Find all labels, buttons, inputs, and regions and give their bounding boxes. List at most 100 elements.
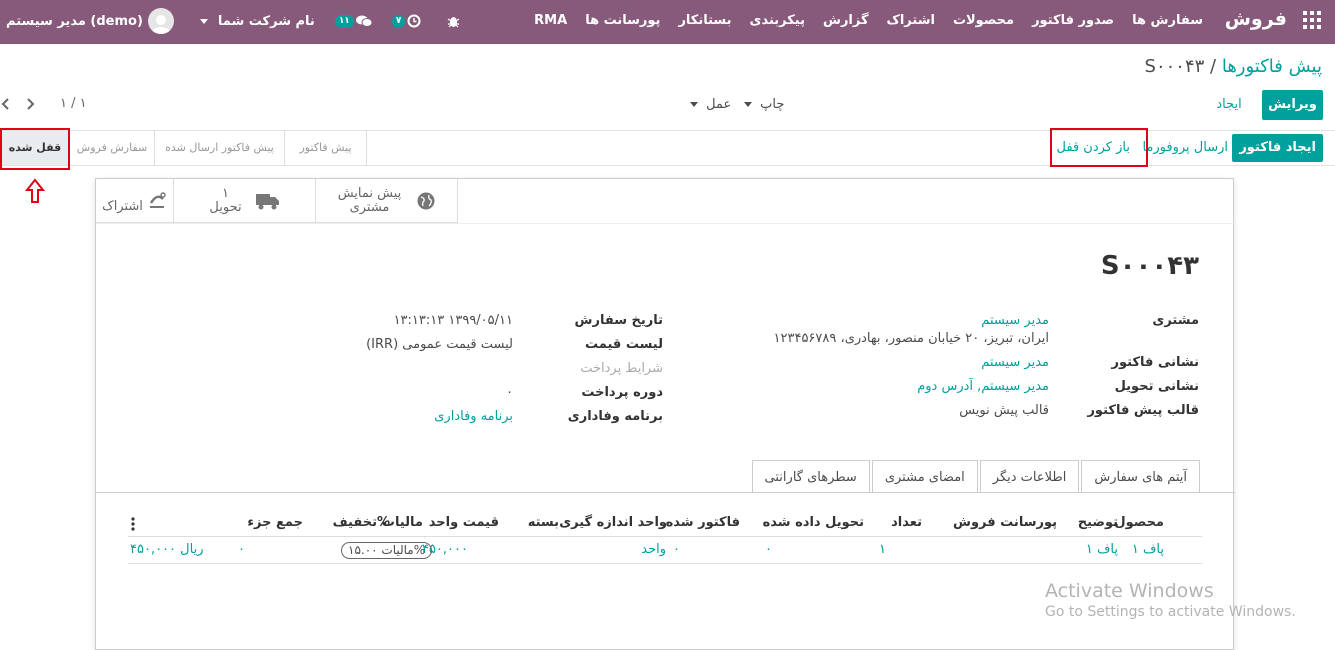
app-brand[interactable]: فروش xyxy=(1225,8,1287,30)
delivery-smart-button[interactable]: ۱ تحویل xyxy=(174,179,316,223)
stage-quotation-sent[interactable]: پیش فاکتور ارسال شده xyxy=(155,131,285,165)
menu-products[interactable]: محصولات xyxy=(953,13,1014,28)
send-proforma-button[interactable]: ارسال پروفورما xyxy=(1135,134,1235,162)
tab-customer-signature[interactable]: امضای مشتری xyxy=(871,460,978,493)
row-divider xyxy=(128,563,1202,564)
pager-previous-icon[interactable] xyxy=(0,97,12,111)
chat-icon xyxy=(355,15,372,27)
delivery-address-link[interactable]: مدیر سیستم, آدرس دوم xyxy=(917,378,1049,396)
subscription-label: اشتراک xyxy=(102,198,143,214)
tabs-divider xyxy=(96,492,1235,493)
customer-address: ایران، تبریز، ۲۰ خیابان منصور، بهادری، ۱… xyxy=(773,331,1049,346)
watermark-title: Activate Windows xyxy=(1045,580,1214,602)
pager-value[interactable]: ۱ / ۱ xyxy=(60,96,87,111)
optional-columns-icon[interactable] xyxy=(131,517,135,531)
stage-sales-order[interactable]: سفارش فروش xyxy=(70,131,155,165)
top-navbar: فروش سفارش ها صدور فاکتور محصولات اشتراک… xyxy=(0,0,1335,44)
caret-down-icon xyxy=(744,102,752,107)
user-avatar-icon xyxy=(147,8,174,34)
invoice-address-label: نشانی فاکتور xyxy=(1111,355,1199,370)
pager-next-icon[interactable] xyxy=(24,97,36,111)
customer-label: مشتری xyxy=(1152,313,1199,328)
col-quantity[interactable]: تعداد xyxy=(891,515,922,530)
header-divider xyxy=(128,536,1202,537)
menu-rma[interactable]: RMA xyxy=(534,13,567,28)
col-description[interactable]: توضیح xyxy=(1078,515,1118,530)
cell-description[interactable]: پاف ۱ xyxy=(1086,542,1118,557)
cell-delivered[interactable]: ۰ xyxy=(765,542,772,557)
pricelist-label: لیست قیمت xyxy=(585,337,663,352)
customer-preview-smart-button[interactable]: پیش نمایش مشتری xyxy=(316,179,458,223)
breadcrumb-current: S۰۰۰۴۳ xyxy=(1144,56,1205,77)
tab-other-info[interactable]: اطلاعات دیگر xyxy=(979,460,1080,493)
col-uom[interactable]: واحد اندازه گیری xyxy=(559,515,667,530)
clock-icon xyxy=(407,14,421,28)
payment-period-label: دوره پرداخت xyxy=(581,385,663,400)
breadcrumb-parent[interactable]: پیش فاکتورها xyxy=(1222,56,1322,77)
cell-product[interactable]: پاف ۱ xyxy=(1132,542,1164,557)
cell-uom[interactable]: واحد xyxy=(641,542,666,557)
watermark-subtitle: Go to Settings to activate Windows. xyxy=(1045,604,1296,620)
col-delivered[interactable]: تحویل داده شده xyxy=(763,515,864,530)
pricelist-value: لیست قیمت عمومی (IRR) xyxy=(366,337,513,352)
caret-down-icon xyxy=(690,102,698,107)
bug-icon[interactable] xyxy=(447,14,460,28)
print-dropdown[interactable]: چاپ xyxy=(744,97,784,112)
subscription-smart-button[interactable]: اشتراک xyxy=(96,179,174,223)
company-switcher[interactable]: نام شرکت شما xyxy=(199,14,315,29)
activity-menu[interactable]: ۷ xyxy=(391,14,422,28)
document-name: S۰۰۰۴۳ xyxy=(1100,251,1199,281)
loyalty-link[interactable]: برنامه وفاداری xyxy=(434,408,513,426)
notebook-tabs: آیتم های سفارش اطلاعات دیگر امضای مشتری … xyxy=(750,460,1200,493)
edit-button[interactable]: ویرایش xyxy=(1262,90,1323,120)
user-menu[interactable]: مدیر سیستم (demo) xyxy=(6,8,174,34)
highlight-box-locked xyxy=(0,128,70,170)
menu-configuration[interactable]: پیکربندی xyxy=(750,13,805,28)
loyalty-label: برنامه وفاداری xyxy=(567,409,663,424)
cell-tax-tag[interactable]: مالیات ۱۵.۰۰% xyxy=(341,542,433,559)
tab-order-lines[interactable]: آیتم های سفارش xyxy=(1081,460,1200,493)
delivery-text: ۱ تحویل xyxy=(209,185,241,215)
apps-grid-icon[interactable] xyxy=(1303,11,1321,29)
subscription-icon xyxy=(149,191,166,208)
col-commission[interactable]: پورسانت فروش xyxy=(953,515,1057,530)
template-label: قالب پیش فاکتور xyxy=(1087,403,1199,418)
customer-link[interactable]: مدیر سیستم xyxy=(981,312,1049,330)
buttonbox-divider xyxy=(96,223,1235,224)
order-date-label: تاریخ سفارش xyxy=(574,313,663,328)
tab-warranty-lines[interactable]: سطرهای گارانتی xyxy=(751,460,870,493)
payment-period-value: ۰ xyxy=(506,385,513,400)
col-discount[interactable]: تخفیف% xyxy=(333,515,390,530)
col-product[interactable]: محصول xyxy=(1114,515,1164,530)
create-invoice-button[interactable]: ایجاد فاکتور xyxy=(1232,134,1323,162)
pager: ۱ / ۱ xyxy=(0,96,87,111)
user-name: مدیر سیستم (demo) xyxy=(6,13,143,29)
action-dropdown[interactable]: عمل xyxy=(690,97,731,112)
menu-invoicing[interactable]: صدور فاکتور xyxy=(1032,13,1114,28)
windows-activation-watermark: Activate Windows Go to Settings to activ… xyxy=(1045,580,1296,620)
col-invoiced[interactable]: فاکتور شده xyxy=(666,515,740,530)
preview-text: پیش نمایش مشتری xyxy=(338,186,402,215)
delivery-address-label: نشانی تحویل xyxy=(1114,379,1199,394)
messaging-menu[interactable]: ۱۱ xyxy=(334,14,372,28)
systray: مدیر سیستم (demo) نام شرکت شما ۱۱ ۷ xyxy=(6,8,460,34)
col-unit-price[interactable]: قیمت واحد xyxy=(429,515,499,530)
breadcrumb-separator: / xyxy=(1210,56,1217,77)
menu-creditor[interactable]: بستانکار xyxy=(678,13,731,28)
create-button[interactable]: ایجاد xyxy=(1209,90,1249,120)
activities-badge: ۷ xyxy=(391,14,406,28)
delivery-count: ۱ xyxy=(222,185,229,201)
col-subtotal[interactable]: جمع جزء xyxy=(247,515,303,530)
menu-subscription[interactable]: اشتراک xyxy=(887,13,935,28)
menu-commissions[interactable]: پورسانت ها xyxy=(585,13,660,28)
stage-quotation[interactable]: پیش فاکتور xyxy=(285,131,367,165)
menu-reporting[interactable]: گزارش xyxy=(823,13,869,28)
invoice-address-link[interactable]: مدیر سیستم xyxy=(981,354,1049,372)
preview-line2: مشتری xyxy=(349,199,390,215)
cell-discount[interactable]: ۰ xyxy=(238,542,245,557)
payment-terms-label: شرایط پرداخت xyxy=(580,361,663,376)
menu-orders[interactable]: سفارش ها xyxy=(1132,13,1203,28)
col-package[interactable]: بسته xyxy=(528,515,559,530)
cell-quantity[interactable]: ۱ xyxy=(879,542,886,557)
cell-invoiced[interactable]: ۰ xyxy=(673,542,680,557)
